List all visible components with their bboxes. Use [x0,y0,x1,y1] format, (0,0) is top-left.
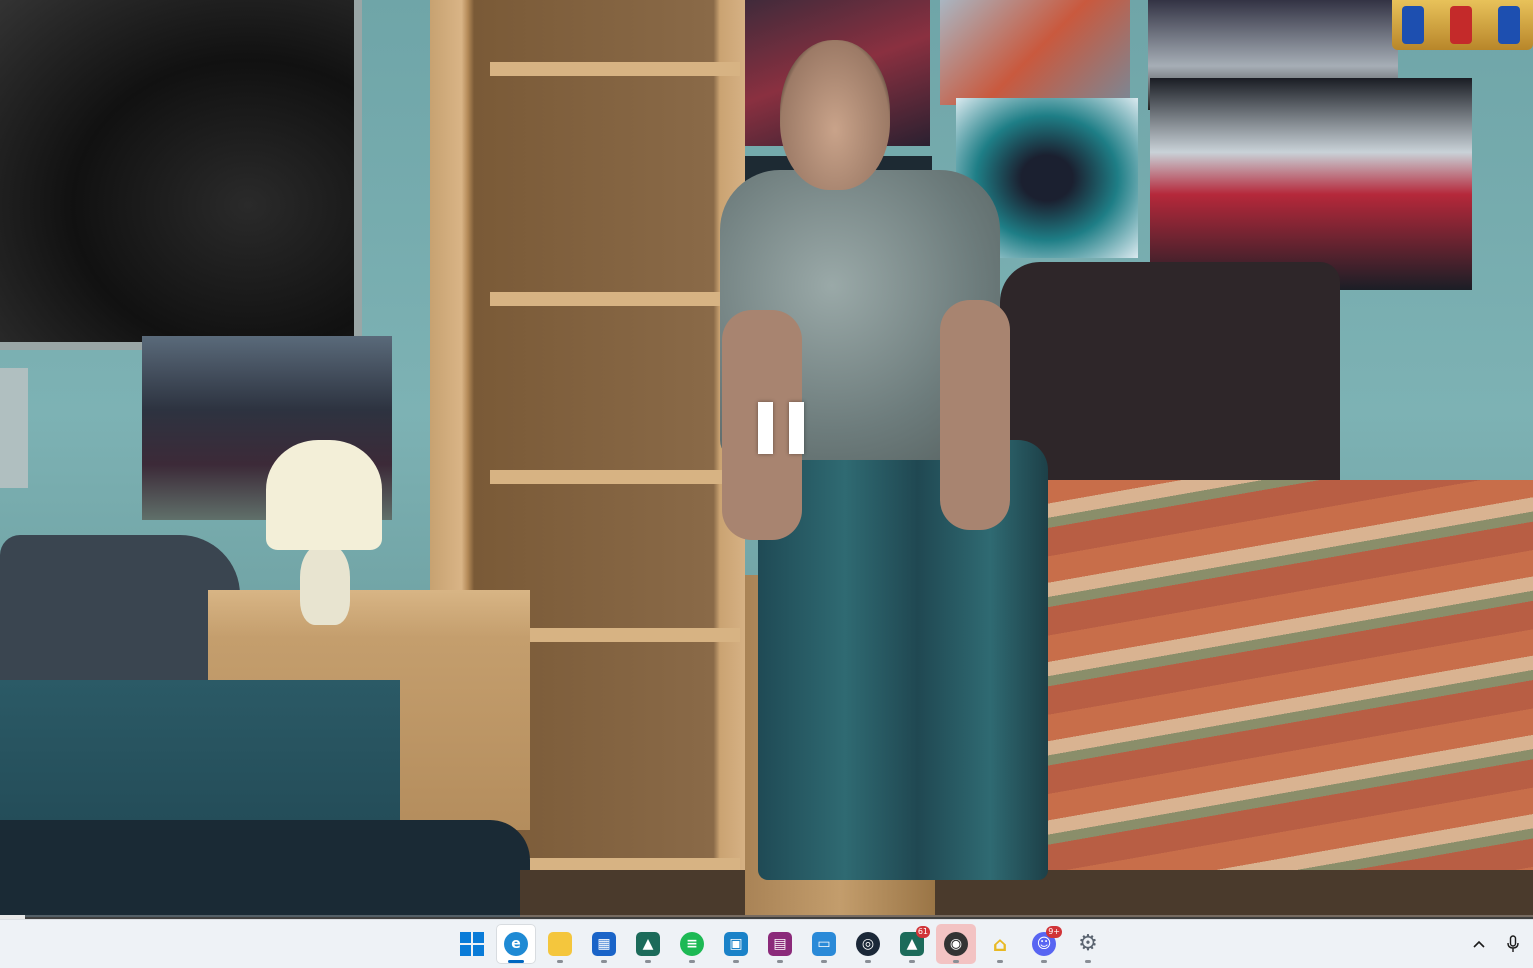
running-indicator [953,960,959,963]
taskbar-app-app-window[interactable]: ▭ [804,924,844,964]
padlock-icon: ⌂ [992,932,1008,956]
running-indicator [997,960,1003,963]
store-icon: ▦ [592,932,616,956]
running-indicator [909,960,915,963]
person-arm-right [940,300,1010,530]
taskbar-app-winrar[interactable]: ▤ [760,924,800,964]
system-tray [1469,924,1533,964]
taskbar-app-file-explorer[interactable] [540,924,580,964]
folder-icon [548,932,572,956]
taskbar-app-edge[interactable]: e [496,924,536,964]
lamp-base [300,545,350,625]
person-head [780,40,890,190]
running-indicator [645,960,651,963]
taskbar-app-app-image[interactable]: ▣ [716,924,756,964]
picture-icon: ▣ [724,932,748,956]
spiral-icon: ◉ [944,932,968,956]
notification-badge: 9+ [1046,926,1062,938]
triangle-logo-icon: ▲ [636,932,660,956]
wall-poster-cars-row [1150,78,1472,290]
running-indicator [1085,960,1091,963]
chevron-up-icon[interactable] [1469,929,1489,959]
taskbar-apps: e ▦ ▲ ≡ ▣ ▤ ▭ ◎ ▲ 61 ◉ ⌂ ☺ 9+ ⚙ [452,924,1108,964]
running-indicator [557,960,563,963]
blanket-left [0,820,530,917]
running-indicator [508,960,524,963]
lamp-shade [266,440,382,550]
running-indicator [777,960,783,963]
running-indicator [1041,960,1047,963]
running-indicator [733,960,739,963]
taskbar-app-app-triangle[interactable]: ▲ [628,924,668,964]
wall-poster-left [0,0,362,350]
taskbar-app-start[interactable] [452,924,492,964]
notification-badge: 61 [915,926,930,938]
wall-poster-car-red [940,0,1130,105]
wall-photo-small [0,368,28,488]
taskbar-app-spotify[interactable]: ≡ [672,924,712,964]
taskbar-app-steam[interactable]: ◎ [848,924,888,964]
taskbar: e ▦ ▲ ≡ ▣ ▤ ▭ ◎ ▲ 61 ◉ ⌂ ☺ 9+ ⚙ [0,919,1533,968]
channel-logo [1392,0,1533,50]
gear-icon: ⚙ [1078,931,1098,956]
running-indicator [689,960,695,963]
running-indicator [601,960,607,963]
steam-icon: ◎ [856,932,880,956]
microphone-icon[interactable] [1503,929,1523,959]
pause-icon[interactable] [758,402,804,454]
video-player[interactable] [0,0,1533,917]
bed-right-striped [1032,480,1533,917]
windows-logo-icon [460,932,484,956]
running-indicator [865,960,871,963]
taskbar-app-app-lock[interactable]: ⌂ [980,924,1020,964]
taskbar-app-discord[interactable]: ☺ 9+ [1024,924,1064,964]
edge-icon: e [504,932,528,956]
archive-icon: ▤ [768,932,792,956]
spotify-icon: ≡ [680,932,704,956]
window-icon: ▭ [812,932,836,956]
taskbar-app-microsoft-store[interactable]: ▦ [584,924,624,964]
taskbar-app-app-badge[interactable]: ▲ 61 [892,924,932,964]
running-indicator [821,960,827,963]
taskbar-app-app-spiral[interactable]: ◉ [936,924,976,964]
taskbar-app-settings[interactable]: ⚙ [1068,924,1108,964]
